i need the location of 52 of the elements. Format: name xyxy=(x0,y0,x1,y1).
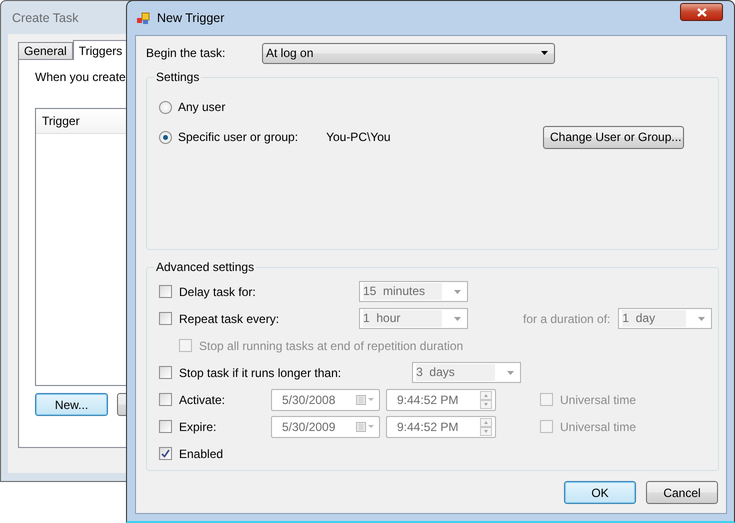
spinner-icon xyxy=(480,418,492,436)
ok-button[interactable]: OK xyxy=(564,481,636,504)
checkbox[interactable] xyxy=(159,366,172,379)
new-button[interactable]: New... xyxy=(35,393,108,416)
checkbox[interactable] xyxy=(540,393,553,406)
checkbox[interactable] xyxy=(159,447,172,460)
time-field[interactable]: 9:44:52 PM xyxy=(386,416,496,438)
tick-icon xyxy=(161,449,170,458)
date-field[interactable]: 5/30/2009 xyxy=(271,416,380,438)
cancel-button[interactable]: Cancel xyxy=(646,481,718,504)
user-value: You-PC\You xyxy=(326,130,391,144)
dropdown[interactable]: 3 days xyxy=(412,362,522,383)
group-title: Settings xyxy=(155,70,200,84)
dropdown[interactable]: 15 minutes xyxy=(359,281,468,302)
caret-icon xyxy=(454,290,461,294)
calendar-icon xyxy=(356,422,376,432)
checkbox[interactable] xyxy=(540,420,553,433)
checkbox-label: Universal time xyxy=(560,392,636,406)
checkbox-label: Activate: xyxy=(179,392,226,406)
tab[interactable]: General xyxy=(18,42,73,59)
tab[interactable]: Triggers xyxy=(72,40,128,60)
checkbox[interactable] xyxy=(159,420,172,433)
checkbox-label: Universal time xyxy=(560,420,636,434)
dropdown[interactable]: 1 hour xyxy=(359,308,468,329)
checkbox[interactable] xyxy=(159,285,172,298)
time-field[interactable]: 9:44:52 PM xyxy=(386,388,496,410)
change-user-button[interactable]: Change User or Group... xyxy=(543,126,684,148)
window-title: New Trigger xyxy=(157,11,226,25)
close-icon xyxy=(696,8,708,16)
description-text: When you create xyxy=(35,70,126,84)
checkbox-label: Expire: xyxy=(179,420,218,434)
begin-dropdown[interactable]: At log on xyxy=(262,42,555,64)
checkbox-label: Stop all running tasks at end of repetition duration xyxy=(199,338,464,352)
checkbox[interactable] xyxy=(159,393,172,406)
checkbox[interactable] xyxy=(159,312,172,325)
date-field[interactable]: 5/30/2008 xyxy=(271,388,380,410)
caret-icon xyxy=(507,370,514,374)
dropdown[interactable]: 1 day xyxy=(618,308,712,329)
close-button[interactable] xyxy=(680,3,723,21)
duration-label: for a duration of: xyxy=(523,312,610,326)
caret-icon xyxy=(454,316,461,320)
checkbox-label: Enabled xyxy=(179,446,224,460)
spinner-icon xyxy=(480,390,492,408)
window-title: Create Task xyxy=(12,10,78,24)
app-icon xyxy=(137,12,151,24)
caret-icon xyxy=(698,316,706,320)
caret-icon xyxy=(541,51,548,55)
column-header[interactable]: Trigger xyxy=(42,114,80,128)
radio-button[interactable] xyxy=(159,130,172,144)
begin-label: Begin the task: xyxy=(146,46,226,60)
calendar-icon xyxy=(356,394,376,404)
radio-button[interactable] xyxy=(159,100,172,114)
